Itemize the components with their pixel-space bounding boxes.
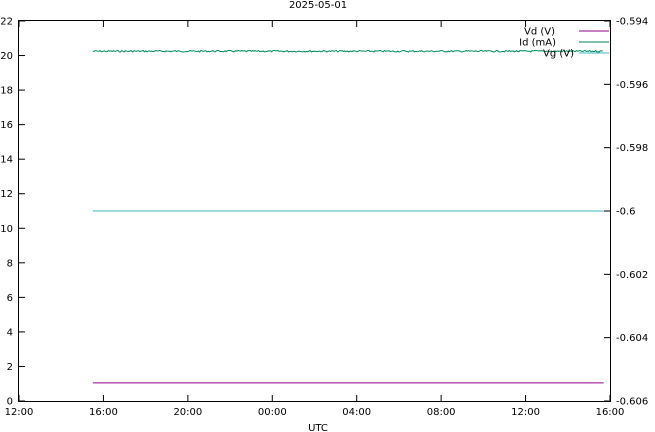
y2-tick-label: -0.604 <box>616 333 648 344</box>
x-axis-label: UTC <box>308 423 328 432</box>
y2-tick-label: -0.606 <box>616 397 648 408</box>
y-tick-label: 10 <box>0 224 13 235</box>
x-tick-label: 00:00 <box>258 407 287 418</box>
x-tick-label: 12:00 <box>5 407 34 418</box>
y-tick-label: 6 <box>7 293 13 304</box>
chart-background <box>0 0 655 432</box>
x-tick-label: 12:00 <box>511 407 540 418</box>
x-tick-label: 04:00 <box>342 407 371 418</box>
y-tick-label: 8 <box>7 258 13 269</box>
x-tick-label: 16:00 <box>596 407 625 418</box>
y2-tick-label: -0.6 <box>616 207 636 218</box>
legend-label: Id (mA) <box>519 38 556 49</box>
legend-label: Vg (V) <box>543 49 574 60</box>
y2-tick-label: -0.598 <box>616 143 648 154</box>
x-tick-label: 08:00 <box>427 407 456 418</box>
chart-title: 2025-05-01 <box>289 0 347 11</box>
y2-tick-label: -0.602 <box>616 270 648 281</box>
x-tick-label: 20:00 <box>173 407 202 418</box>
y-tick-label: 22 <box>0 17 13 28</box>
y-tick-label: 2 <box>7 362 13 373</box>
y-tick-label: 18 <box>0 86 13 97</box>
y-tick-label: 14 <box>0 155 13 166</box>
legend-label: Vd (V) <box>524 27 555 38</box>
y-tick-label: 16 <box>0 120 13 131</box>
y-tick-label: 0 <box>7 397 13 408</box>
y2-tick-label: -0.596 <box>616 80 648 91</box>
line-chart: 2025-05-01 12:00 16:00 20:00 00:00 04:00 08:0… <box>0 0 655 432</box>
x-tick-label: 16:00 <box>89 407 118 418</box>
y2-tick-label: -0.594 <box>616 17 648 28</box>
y-tick-label: 4 <box>7 327 13 338</box>
y-tick-label: 12 <box>0 189 13 200</box>
y-tick-label: 20 <box>0 51 13 62</box>
